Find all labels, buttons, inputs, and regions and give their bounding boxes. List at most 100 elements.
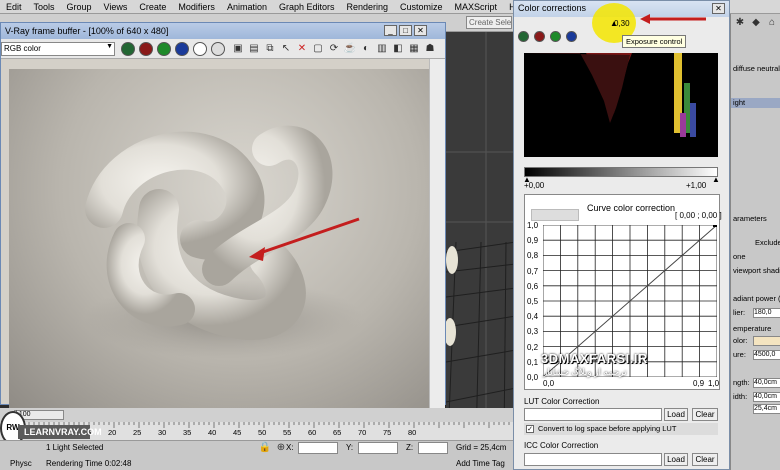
hierarchy-tab-icon[interactable]: ⌂ <box>765 16 779 30</box>
exposure-slider-icon[interactable]: ▲ <box>610 19 618 28</box>
vfb-title-bar[interactable]: V-Ray frame buffer - [100% of 640 x 480]… <box>1 23 445 39</box>
rp-viewport-shading[interactable]: viewport shadi <box>733 266 780 275</box>
close-icon[interactable]: ✕ <box>414 25 427 36</box>
timeline-tick-label: 65 <box>333 428 342 437</box>
lut-load-button[interactable]: Load <box>664 408 688 421</box>
cc-red-button[interactable] <box>534 31 545 42</box>
icc-file-field[interactable] <box>524 453 662 466</box>
lut-file-field[interactable] <box>524 408 662 421</box>
chevron-down-icon: ▼ <box>106 43 113 50</box>
x-tick-09: 0,9 <box>693 379 705 388</box>
rp-parameters-rollout[interactable]: arameters <box>733 214 767 223</box>
rp-light-label: ight <box>733 98 746 107</box>
icc-clear-button[interactable]: Clear <box>692 453 718 466</box>
red-channel-button[interactable] <box>139 42 153 56</box>
color-corrections-window: Color corrections ✕ 0,30 ▲ Exposure cont… <box>513 0 730 470</box>
rp-exclude-button[interactable]: Exclude <box>755 238 780 247</box>
menu-graph-editors[interactable]: Graph Editors <box>273 2 341 12</box>
menu-rendering[interactable]: Rendering <box>341 2 395 12</box>
rendered-image[interactable] <box>9 69 429 409</box>
absolute-mode-icon[interactable]: ⊕ <box>274 441 288 455</box>
color-corrections-icon[interactable]: ◐ <box>359 42 373 56</box>
menu-modifiers[interactable]: Modifiers <box>172 2 221 12</box>
exposure-range-bar[interactable] <box>524 167 718 177</box>
load-image-icon[interactable]: ▤ <box>247 42 261 56</box>
curve-point[interactable] <box>713 225 717 227</box>
y-coord-field[interactable] <box>358 442 398 454</box>
lock-selection-icon[interactable]: 🔒 <box>258 441 272 455</box>
rp-width-field[interactable]: 40,0cm <box>753 392 780 402</box>
y-coord-label: Y: <box>346 443 354 452</box>
menu-animation[interactable]: Animation <box>221 2 273 12</box>
add-time-tag-button[interactable]: Add Time Tag <box>456 459 505 468</box>
region-render-icon[interactable]: ▢ <box>311 42 325 56</box>
clone-frame-buffer-icon[interactable]: ⧉ <box>263 42 277 56</box>
menu-tools[interactable]: Tools <box>28 2 61 12</box>
command-panel: ✱ ◆ ⌂ diffuse neutral ight arameters Exc… <box>730 14 780 470</box>
alpha-channel-button[interactable] <box>193 42 207 56</box>
curve-y-tick: 0,3 <box>527 327 539 337</box>
channel-select[interactable]: RGB color ▼ <box>1 42 115 56</box>
menu-views[interactable]: Views <box>98 2 134 12</box>
mono-channel-button[interactable] <box>211 42 225 56</box>
curve-y-tick: 0,2 <box>527 342 539 352</box>
rp-length-field[interactable]: 40,0cm <box>753 378 780 388</box>
modify-tab-icon[interactable]: ◆ <box>749 16 763 30</box>
logo-brand: LEARNVRAY.COM <box>18 425 102 439</box>
menu-maxscript[interactable]: MAXScript <box>449 2 504 12</box>
create-selection-set-input[interactable]: Create Select <box>466 16 512 29</box>
vfb-vertical-scrollbar[interactable] <box>429 59 445 415</box>
icc-load-button[interactable]: Load <box>664 453 688 466</box>
perspective-viewport[interactable] <box>446 32 516 442</box>
rp-temperature-label: emperature <box>733 324 772 333</box>
close-icon[interactable]: ✕ <box>712 3 725 14</box>
channel-select-value: RGB color <box>4 44 41 53</box>
menu-group[interactable]: Group <box>61 2 98 12</box>
timeline-tick-label: 60 <box>308 428 317 437</box>
curve-y-tick: 0,5 <box>527 297 539 306</box>
render-last-icon[interactable]: ⟳ <box>327 42 341 56</box>
timeline-tick-label: 25 <box>133 428 142 437</box>
menu-customize[interactable]: Customize <box>394 2 449 12</box>
curve-preset-buttons[interactable] <box>531 209 579 221</box>
create-tab-icon[interactable]: ✱ <box>733 16 747 30</box>
curve-y-tick: 0,1 <box>527 357 539 367</box>
timeline-tick-label: 55 <box>283 428 292 437</box>
lut-clear-button[interactable]: Clear <box>692 408 718 421</box>
maximize-icon[interactable]: □ <box>399 25 412 36</box>
rp-temperature-field[interactable]: 4500,0 <box>753 350 780 360</box>
stamp-icon[interactable]: ▦ <box>407 42 421 56</box>
minimize-icon[interactable]: _ <box>384 25 397 36</box>
rp-light-rollout[interactable]: ight <box>731 98 780 108</box>
x-coord-field[interactable] <box>298 442 338 454</box>
teapot-icon[interactable]: ☗ <box>423 42 437 56</box>
rp-color-swatch[interactable] <box>753 336 780 346</box>
track-mouse-icon[interactable]: ↖ <box>279 42 293 56</box>
log-space-label: Convert to log space before applying LUT <box>538 424 677 433</box>
vray-frame-buffer-window: V-Ray frame buffer - [100% of 640 x 480]… <box>0 22 446 427</box>
log-space-row: ✓ Convert to log space before applying L… <box>524 423 718 435</box>
cc-rgb-button[interactable] <box>518 31 529 42</box>
rp-multiplier-field[interactable]: 180,0 <box>753 308 780 318</box>
cc-green-button[interactable] <box>550 31 561 42</box>
log-space-checkbox[interactable]: ✓ <box>526 425 534 433</box>
timeline-tick-label: 20 <box>108 428 117 437</box>
menu-edit[interactable]: Edit <box>0 2 28 12</box>
menu-create[interactable]: Create <box>133 2 172 12</box>
cc-blue-button[interactable] <box>566 31 577 42</box>
cc-title: Color corrections <box>518 3 587 13</box>
save-image-icon[interactable]: ▣ <box>231 42 245 56</box>
lut-icon[interactable]: ◧ <box>391 42 405 56</box>
render-icon[interactable]: ☕ <box>343 42 357 56</box>
blue-channel-button[interactable] <box>175 42 189 56</box>
green-channel-button[interactable] <box>157 42 171 56</box>
exposure-tooltip: Exposure control <box>622 35 687 48</box>
rgb-channel-button[interactable] <box>121 42 135 56</box>
curve-color-correction-panel[interactable]: Curve color correction [ 0,00 ; 0,00 ] 1… <box>524 194 722 390</box>
levels-icon[interactable]: ▥ <box>375 42 389 56</box>
rp-size-field[interactable]: 25,4cm <box>753 404 780 414</box>
curve-y-tick: 0,6 <box>527 281 539 291</box>
clear-image-icon[interactable]: ✕ <box>295 42 309 56</box>
z-coord-field[interactable] <box>418 442 448 454</box>
range-max-marker-icon[interactable]: ▲ <box>712 175 720 184</box>
